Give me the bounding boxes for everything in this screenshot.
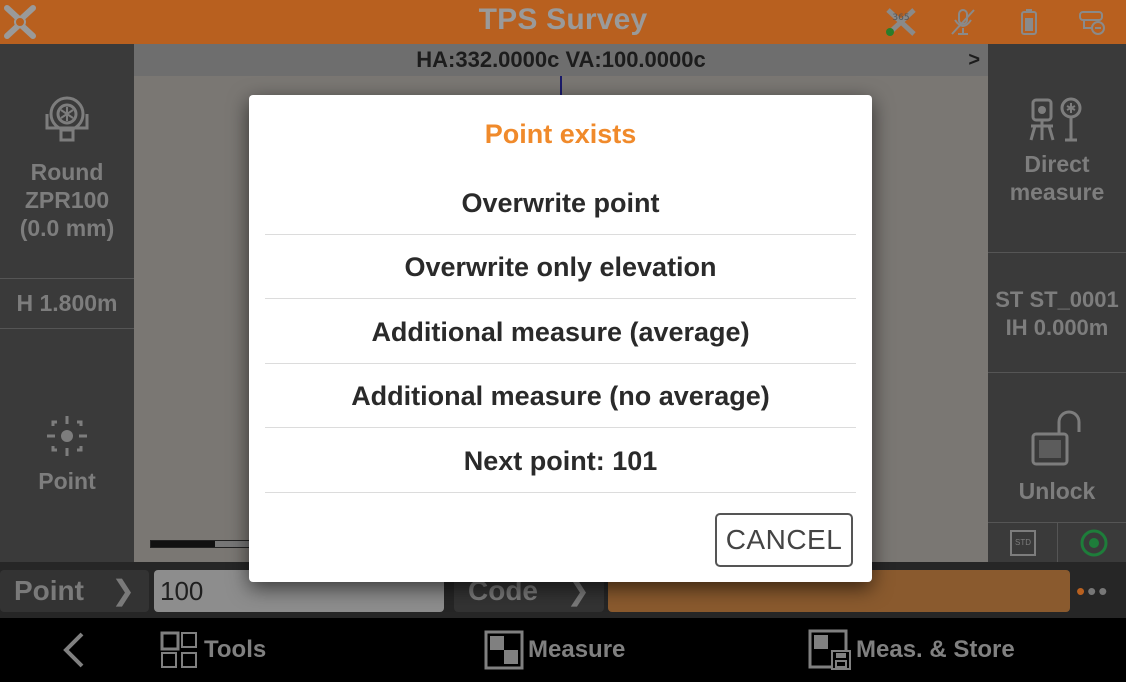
title-bar: TPS Survey 365 bbox=[0, 0, 1126, 44]
option-overwrite-point[interactable]: Overwrite point bbox=[265, 171, 856, 235]
target-height[interactable]: H 1.800m bbox=[0, 290, 134, 317]
tools-button[interactable]: Tools bbox=[160, 618, 266, 682]
expand-arrow-icon[interactable]: > bbox=[968, 44, 980, 76]
measure-store-icon bbox=[808, 629, 851, 670]
point-button[interactable]: Point ❯ bbox=[0, 570, 149, 612]
station-name: ST ST_0001 bbox=[995, 287, 1119, 312]
bottom-nav-bar: Tools Measure Meas. & Store bbox=[0, 618, 1126, 682]
prism-selector[interactable]: Round ZPR100 (0.0 mm) bbox=[0, 92, 134, 242]
option-additional-measure-no-average[interactable]: Additional measure (no average) bbox=[265, 364, 856, 428]
dialog-title: Point exists bbox=[484, 119, 637, 149]
prism-type-label: Round bbox=[30, 159, 104, 185]
unlock-button[interactable]: Unlock bbox=[988, 410, 1126, 505]
unlock-icon bbox=[1031, 410, 1081, 466]
divider bbox=[1057, 522, 1058, 562]
option-additional-measure-average[interactable]: Additional measure (average) bbox=[265, 300, 856, 364]
prism-offset-label: (0.0 mm) bbox=[19, 215, 115, 241]
measure-label: Measure bbox=[528, 636, 626, 663]
measure-icon bbox=[484, 630, 524, 670]
back-button[interactable] bbox=[60, 618, 92, 682]
instrument-height: IH 0.000m bbox=[1005, 315, 1109, 340]
left-panel: Round ZPR100 (0.0 mm) H 1.800m Point bbox=[0, 44, 134, 562]
station-info[interactable]: ST ST_0001 IH 0.000m bbox=[988, 286, 1126, 342]
prism-model-label: ZPR100 bbox=[24, 187, 110, 213]
direct-measure-line1: Direct bbox=[1024, 151, 1090, 177]
point-button-label: Point bbox=[14, 575, 84, 606]
right-panel: Direct measure ST ST_0001 IH 0.000m Unlo… bbox=[988, 44, 1126, 562]
svg-text:365: 365 bbox=[892, 13, 909, 23]
direct-measure-button[interactable]: Direct measure bbox=[988, 96, 1126, 206]
battery-icon[interactable] bbox=[1012, 6, 1046, 38]
tools-label: Tools bbox=[204, 636, 267, 663]
total-station-icon bbox=[1029, 97, 1082, 142]
tools-grid-icon bbox=[160, 631, 197, 668]
divider bbox=[0, 278, 134, 279]
point-mode-label: Point bbox=[38, 468, 96, 494]
point-mode-button[interactable]: Point bbox=[0, 414, 134, 495]
mute-microphone-icon[interactable] bbox=[946, 6, 980, 38]
option-overwrite-elevation[interactable]: Overwrite only elevation bbox=[265, 235, 856, 299]
direction-line bbox=[560, 76, 562, 96]
unlock-label: Unlock bbox=[1018, 478, 1096, 504]
angle-readout: HA:332.0000c VA:100.0000c bbox=[416, 47, 706, 72]
measure-button[interactable]: Measure bbox=[484, 618, 625, 682]
measure-store-label: Meas. & Store bbox=[856, 636, 1015, 663]
divider bbox=[0, 328, 134, 329]
divider bbox=[988, 252, 1126, 253]
option-next-point[interactable]: Next point: 101 bbox=[265, 429, 856, 493]
point-exists-dialog: Point exists Overwrite point Overwrite o… bbox=[249, 95, 872, 582]
more-options-icon[interactable]: ••• bbox=[1076, 578, 1109, 604]
chevron-left-icon bbox=[63, 632, 84, 668]
prism-target-status-icon[interactable] bbox=[1080, 529, 1108, 557]
crosshair-icon bbox=[47, 416, 87, 456]
prism-icon bbox=[45, 96, 89, 142]
cancel-button[interactable]: CANCEL bbox=[715, 513, 853, 567]
map-scale-bar bbox=[150, 540, 250, 548]
measure-and-store-button[interactable]: Meas. & Store bbox=[808, 618, 1015, 682]
std-mode-button[interactable]: STD bbox=[1010, 530, 1036, 556]
divider bbox=[988, 372, 1126, 373]
chevron-right-icon: ❯ bbox=[111, 575, 135, 606]
instrument-connection-icon[interactable] bbox=[1074, 6, 1108, 38]
gnss-365-icon[interactable]: 365 bbox=[884, 6, 918, 38]
angle-readout-bar[interactable]: HA:332.0000c VA:100.0000c > bbox=[134, 44, 988, 76]
direct-measure-line2: measure bbox=[1009, 179, 1105, 205]
